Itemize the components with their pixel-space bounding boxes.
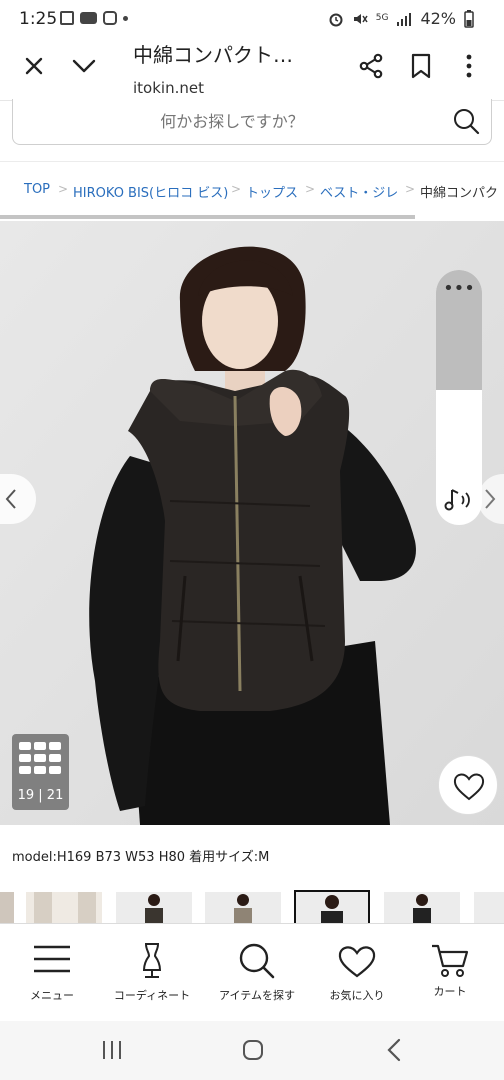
model-size-info: model:H169 B73 W53 H80 着用サイズ:M [12, 850, 270, 865]
breadcrumb-separator: > [58, 182, 69, 196]
nav-coordinate-label: コーディネート [113, 989, 191, 1002]
cart-icon [432, 944, 469, 977]
custom-tab-header: 中綿コンパクト… itokin.net [0, 38, 504, 100]
status-time: 1:25 [19, 9, 58, 29]
breadcrumb-separator: > [231, 182, 242, 196]
battery-level: 42% [420, 9, 456, 28]
status-bar: 1:25 5G 42% [0, 0, 504, 38]
battery-icon [464, 9, 474, 28]
more-notifications-icon [123, 15, 128, 21]
instagram-notification-icon [103, 11, 117, 25]
bottom-navigation: メニュー コーディネート アイテムを探す お気に入り カート [0, 923, 504, 1021]
nav-favorites-label: お気に入り [329, 989, 385, 1002]
nav-cart[interactable]: カート [400, 924, 500, 1022]
menu-icon [34, 945, 70, 973]
breadcrumb-separator: > [305, 182, 316, 196]
mute-icon [353, 13, 368, 24]
search-input[interactable] [12, 99, 492, 145]
more-horizontal-icon[interactable]: ••• [436, 280, 482, 298]
thumbnail[interactable] [384, 892, 460, 926]
heart-icon [453, 773, 485, 801]
thumbnail-selected[interactable] [294, 890, 370, 926]
network-type: 5G [375, 13, 389, 23]
search-icon [239, 943, 275, 979]
nav-favorites[interactable]: お気に入り [307, 924, 407, 1022]
breadcrumb-separator: > [405, 182, 416, 196]
thumbnail[interactable] [116, 892, 192, 926]
breadcrumb-top[interactable]: TOP [24, 182, 50, 197]
heart-icon [338, 946, 376, 978]
breadcrumb-vest[interactable]: ベスト・ジレ [320, 182, 398, 201]
page-title: 中綿コンパクト… [133, 43, 293, 67]
home-icon[interactable] [242, 1039, 264, 1061]
thumbnail-strip[interactable] [0, 890, 504, 926]
breadcrumb-current: 中綿コンパク [420, 186, 499, 201]
image-grid-button[interactable]: 19 | 21 [12, 734, 69, 810]
nav-search-items[interactable]: アイテムを探す [207, 924, 307, 1022]
grid-icon [19, 742, 61, 774]
audio-volume-widget[interactable]: ••• [436, 270, 482, 525]
nav-menu-label: メニュー [30, 989, 74, 1002]
product-image-carousel[interactable]: ••• 19 | 21 [0, 221, 504, 825]
bookmark-icon[interactable] [410, 53, 432, 79]
thumbnail[interactable] [26, 892, 102, 926]
thumbnail[interactable] [205, 892, 281, 926]
volume-slider-track[interactable]: ••• [436, 270, 482, 390]
breadcrumb: TOP > HIROKO BIS(ヒロコ ビス) > トップス > ベスト・ジレ… [0, 172, 504, 212]
recent-apps-icon[interactable] [100, 1039, 124, 1061]
search-bar [0, 99, 504, 162]
music-note-icon[interactable] [444, 486, 474, 514]
add-to-favorites-button[interactable] [438, 755, 498, 815]
signal-icon [397, 12, 412, 26]
thumbnail[interactable] [474, 892, 504, 926]
breadcrumb-tops[interactable]: トップス [246, 182, 298, 201]
system-status: 5G 42% [328, 9, 474, 28]
youtube-notification-icon [80, 12, 97, 24]
gallery-notification-icon [60, 11, 74, 25]
nav-search-items-label: アイテムを探す [219, 989, 295, 1002]
back-icon[interactable] [385, 1038, 403, 1062]
nav-cart-label: カート [433, 985, 467, 998]
close-icon[interactable] [22, 54, 46, 78]
image-counter: 19 | 21 [17, 788, 64, 803]
nav-menu[interactable]: メニュー [2, 924, 102, 1022]
page-domain: itokin.net [133, 79, 204, 97]
nav-coordinate[interactable]: コーディネート [102, 924, 202, 1022]
notification-icons [60, 11, 128, 25]
breadcrumb-brand[interactable]: HIROKO BIS(ヒロコ ビス) [73, 182, 228, 201]
android-navigation-bar [0, 1021, 504, 1080]
mannequin-icon [142, 943, 162, 978]
product-photo [0, 221, 504, 825]
search-icon[interactable] [452, 107, 480, 135]
thumbnail[interactable] [0, 892, 14, 926]
alarm-icon [329, 13, 343, 26]
chevron-down-icon[interactable] [71, 54, 97, 78]
breadcrumb-scrollbar[interactable] [0, 215, 415, 219]
more-vertical-icon[interactable] [459, 53, 479, 79]
chevron-left-icon [5, 489, 16, 509]
share-icon[interactable] [358, 53, 384, 79]
previous-image-button[interactable] [0, 474, 36, 524]
